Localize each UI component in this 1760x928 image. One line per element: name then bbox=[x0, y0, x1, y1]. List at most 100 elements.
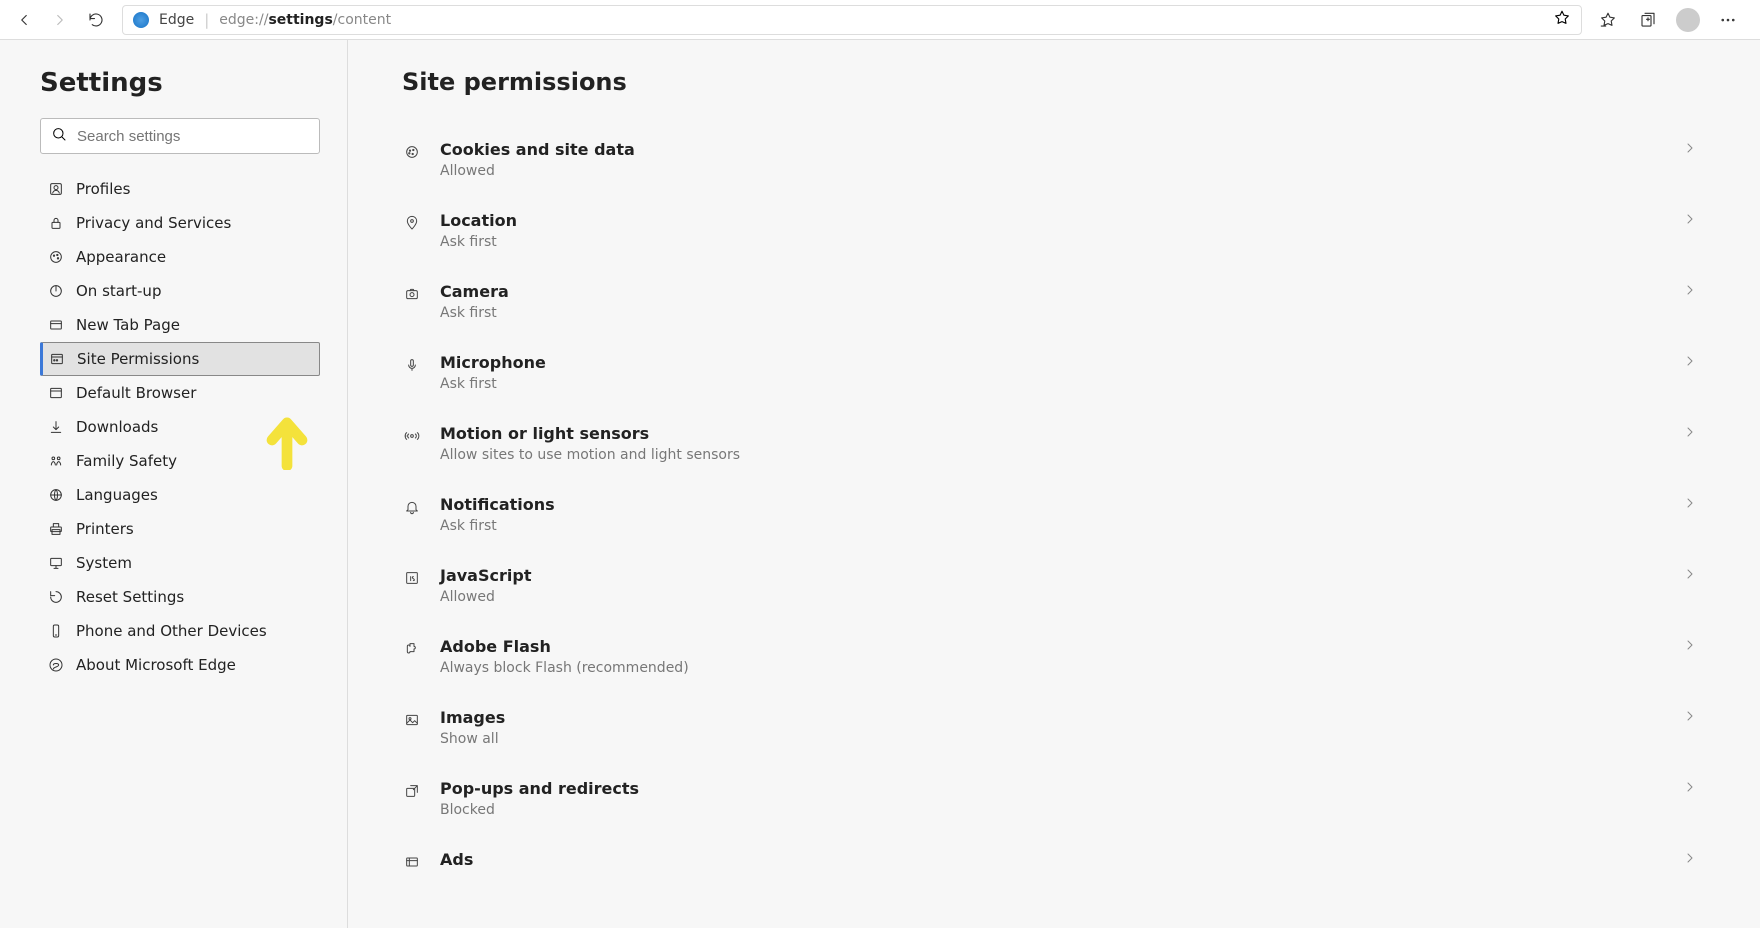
permission-title: Camera bbox=[440, 282, 1674, 301]
sidebar-item-family[interactable]: Family Safety bbox=[40, 444, 320, 478]
settings-sidebar: Settings Profiles Privacy and ServicesApp… bbox=[0, 40, 348, 928]
permission-row-location[interactable]: Location Ask first bbox=[402, 195, 1706, 266]
sidebar-item-newtab[interactable]: New Tab Page bbox=[40, 308, 320, 342]
sidebar-item-site-permissions[interactable]: Site Permissions bbox=[40, 342, 320, 376]
settings-search-input[interactable] bbox=[77, 128, 309, 145]
puzzle-icon bbox=[402, 639, 422, 659]
search-icon bbox=[51, 126, 67, 146]
permission-subtitle: Allowed bbox=[440, 589, 1674, 605]
mic-icon bbox=[402, 355, 422, 375]
sidebar-item-downloads[interactable]: Downloads bbox=[40, 410, 320, 444]
site-identity-label: Edge bbox=[159, 12, 194, 28]
edge-logo-icon bbox=[133, 12, 149, 28]
lock-icon bbox=[48, 215, 64, 231]
sidebar-item-privacy[interactable]: Privacy and Services bbox=[40, 206, 320, 240]
sidebar-item-label: Printers bbox=[76, 520, 134, 538]
favorite-star-icon[interactable] bbox=[1553, 9, 1571, 31]
collections-icon[interactable] bbox=[1630, 2, 1666, 38]
permission-subtitle: Always block Flash (recommended) bbox=[440, 660, 1674, 676]
more-menu-icon[interactable] bbox=[1710, 2, 1746, 38]
settings-content: Site permissions Cookies and site dataAl… bbox=[348, 40, 1760, 928]
sidebar-item-label: On start-up bbox=[76, 282, 161, 300]
profile-icon bbox=[48, 181, 64, 197]
permission-body: Cookies and site dataAllowed bbox=[440, 140, 1674, 179]
permission-row-javascript[interactable]: JavaScript Allowed bbox=[402, 550, 1706, 621]
browser-toolbar: Edge | edge://settings/content bbox=[0, 0, 1760, 40]
ads-icon bbox=[402, 852, 422, 872]
chevron-right-icon bbox=[1674, 850, 1706, 870]
sidebar-item-label: New Tab Page bbox=[76, 316, 180, 334]
profile-avatar[interactable] bbox=[1670, 2, 1706, 38]
address-separator: | bbox=[204, 11, 209, 29]
family-icon bbox=[48, 453, 64, 469]
address-bar[interactable]: Edge | edge://settings/content bbox=[122, 5, 1582, 35]
sidebar-item-label: Default Browser bbox=[76, 384, 196, 402]
sidebar-item-printers[interactable]: Printers bbox=[40, 512, 320, 546]
sidebar-item-system[interactable]: System bbox=[40, 546, 320, 580]
permission-row-images[interactable]: ImagesShow all bbox=[402, 692, 1706, 763]
url-text: edge://settings/content bbox=[219, 12, 391, 28]
permission-body: MicrophoneAsk first bbox=[440, 353, 1674, 392]
permission-row-camera[interactable]: CameraAsk first bbox=[402, 266, 1706, 337]
tab-icon bbox=[48, 317, 64, 333]
permission-body: Adobe FlashAlways block Flash (recommend… bbox=[440, 637, 1674, 676]
permission-title: Location bbox=[440, 211, 1674, 230]
sidebar-item-appearance[interactable]: Appearance bbox=[40, 240, 320, 274]
sidebar-item-profiles[interactable]: Profiles bbox=[40, 172, 320, 206]
permission-body: Ads bbox=[440, 850, 1674, 873]
sidebar-item-languages[interactable]: Languages bbox=[40, 478, 320, 512]
permission-row-popups[interactable]: Pop-ups and redirectsBlocked bbox=[402, 763, 1706, 834]
about-icon bbox=[48, 657, 64, 673]
popup-icon bbox=[402, 781, 422, 801]
chevron-right-icon bbox=[1674, 424, 1706, 444]
motion-icon bbox=[402, 426, 422, 446]
power-icon bbox=[48, 283, 64, 299]
sidebar-item-label: Reset Settings bbox=[76, 588, 184, 606]
sidebar-item-startup[interactable]: On start-up bbox=[40, 274, 320, 308]
sidebar-item-label: Family Safety bbox=[76, 452, 177, 470]
sidebar-item-phone[interactable]: Phone and Other Devices bbox=[40, 614, 320, 648]
reset-icon bbox=[48, 589, 64, 605]
permission-subtitle: Ask first bbox=[440, 234, 1674, 250]
lang-icon bbox=[48, 487, 64, 503]
permission-title: JavaScript bbox=[440, 566, 1674, 585]
forward-button[interactable] bbox=[42, 2, 78, 38]
permission-body: Pop-ups and redirectsBlocked bbox=[440, 779, 1674, 818]
settings-page: Settings Profiles Privacy and ServicesApp… bbox=[0, 40, 1760, 928]
printer-icon bbox=[48, 521, 64, 537]
bell-icon bbox=[402, 497, 422, 517]
permission-row-cookies[interactable]: Cookies and site dataAllowed bbox=[402, 124, 1706, 195]
permission-row-flash[interactable]: Adobe FlashAlways block Flash (recommend… bbox=[402, 621, 1706, 692]
page-title: Site permissions bbox=[402, 68, 1706, 96]
settings-search-box[interactable] bbox=[40, 118, 320, 154]
chevron-right-icon bbox=[1674, 708, 1706, 728]
permission-title: Ads bbox=[440, 850, 1674, 869]
permission-row-notifications[interactable]: NotificationsAsk first bbox=[402, 479, 1706, 550]
phone-icon bbox=[48, 623, 64, 639]
permission-row-ads[interactable]: Ads bbox=[402, 834, 1706, 889]
chevron-right-icon bbox=[1674, 211, 1706, 231]
sidebar-item-label: System bbox=[76, 554, 132, 572]
browser-icon bbox=[48, 385, 64, 401]
permission-row-motion[interactable]: Motion or light sensors Allow sites to us… bbox=[402, 408, 1706, 479]
permission-subtitle: Allow sites to use motion and light sens… bbox=[440, 447, 1674, 463]
settings-title: Settings bbox=[40, 68, 323, 98]
permission-body: Location Ask first bbox=[440, 211, 1674, 250]
back-button[interactable] bbox=[6, 2, 42, 38]
permission-subtitle: Allowed bbox=[440, 163, 1674, 179]
sidebar-item-about[interactable]: About Microsoft Edge bbox=[40, 648, 320, 682]
js-icon bbox=[402, 568, 422, 588]
permission-row-microphone[interactable]: MicrophoneAsk first bbox=[402, 337, 1706, 408]
chevron-right-icon bbox=[1674, 140, 1706, 160]
chevron-right-icon bbox=[1674, 495, 1706, 515]
permission-title: Motion or light sensors bbox=[440, 424, 1674, 443]
permission-title: Images bbox=[440, 708, 1674, 727]
sidebar-item-reset[interactable]: Reset Settings bbox=[40, 580, 320, 614]
permission-subtitle: Ask first bbox=[440, 518, 1674, 534]
toolbar-right-icons bbox=[1590, 2, 1754, 38]
refresh-button[interactable] bbox=[78, 2, 114, 38]
sidebar-item-label: Profiles bbox=[76, 180, 130, 198]
site-icon bbox=[49, 351, 65, 367]
sidebar-item-default-browser[interactable]: Default Browser bbox=[40, 376, 320, 410]
favorites-list-icon[interactable] bbox=[1590, 2, 1626, 38]
